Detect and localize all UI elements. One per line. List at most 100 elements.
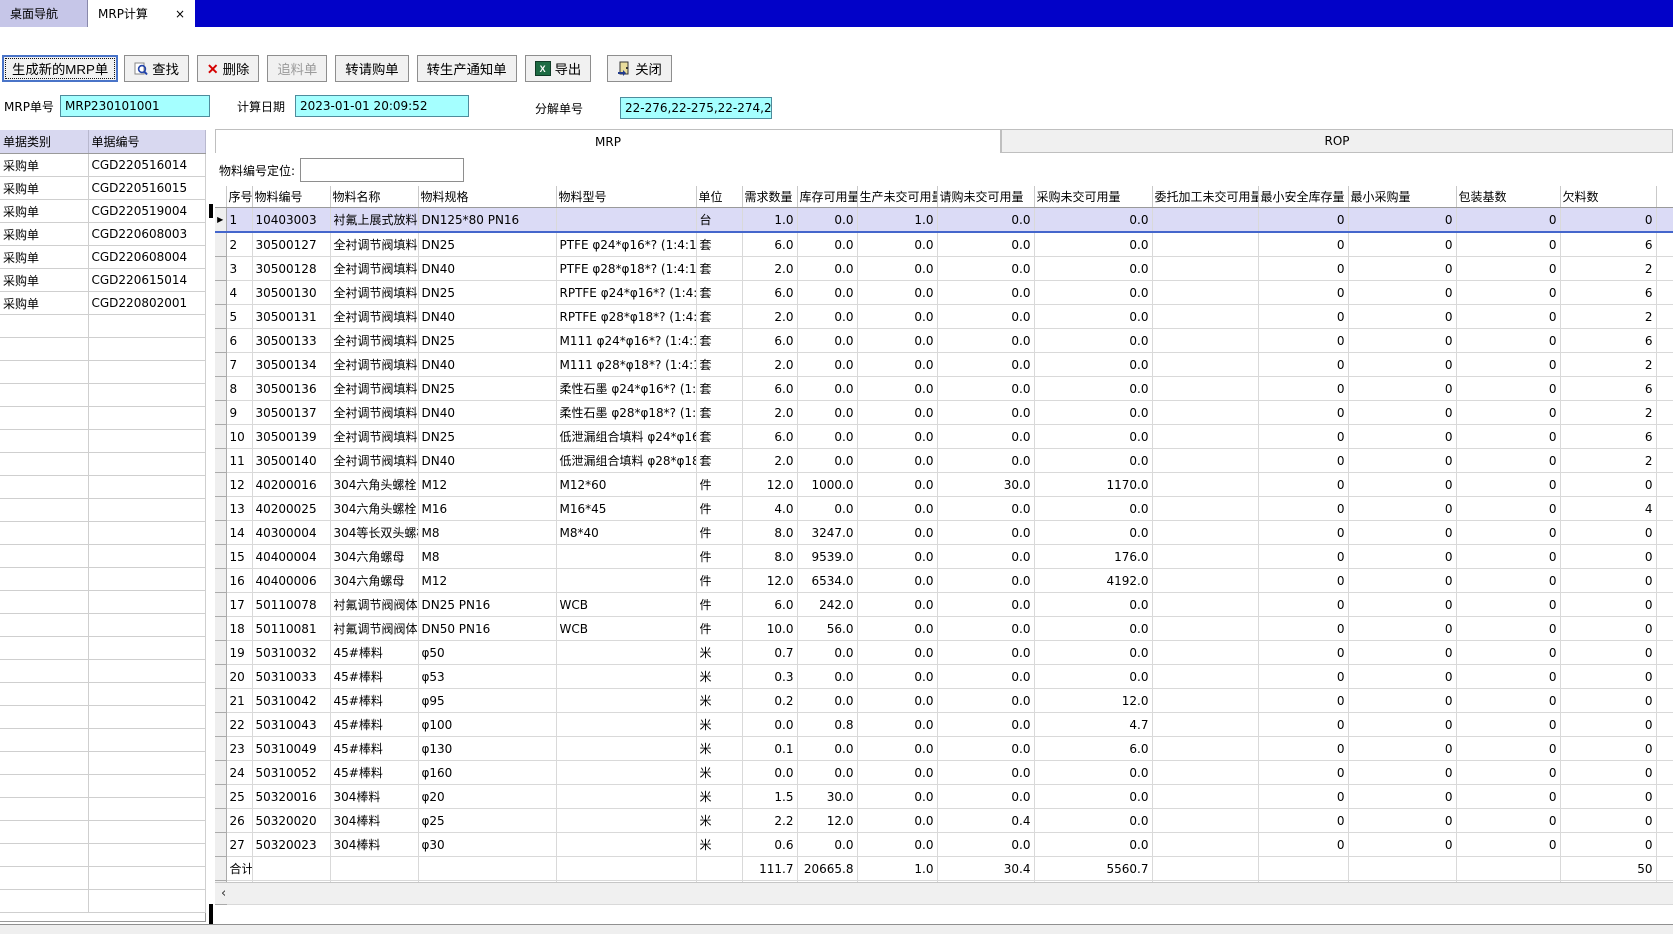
grid-cell[interactable]: 0.0 bbox=[937, 689, 1034, 713]
grid-cell[interactable]: 0.0 bbox=[937, 377, 1034, 401]
document-cell[interactable] bbox=[0, 384, 88, 407]
row-selector[interactable] bbox=[215, 689, 226, 713]
grid-cell[interactable]: 0 bbox=[1348, 353, 1456, 377]
grid-cell[interactable]: 衬氟上展式放料阀 bbox=[330, 208, 418, 233]
grid-cell[interactable] bbox=[556, 689, 696, 713]
grid-row[interactable]: 205031003345#棒料φ53米0.30.00.00.00.00000 bbox=[215, 665, 1673, 689]
grid-cell[interactable]: M12 bbox=[418, 569, 556, 593]
grid-cell[interactable]: 米 bbox=[696, 713, 742, 737]
grid-cell[interactable]: 30500128 bbox=[252, 257, 330, 281]
grid-cell[interactable] bbox=[1152, 689, 1258, 713]
document-cell[interactable] bbox=[0, 844, 88, 867]
document-row[interactable] bbox=[0, 890, 205, 913]
grid-cell[interactable]: 10.0 bbox=[742, 617, 797, 641]
grid-cell[interactable]: φ20 bbox=[418, 785, 556, 809]
grid-cell[interactable]: WCB bbox=[556, 617, 696, 641]
document-row[interactable] bbox=[0, 752, 205, 775]
grid-cell[interactable]: 50320023 bbox=[252, 833, 330, 857]
grid-cell[interactable]: 0 bbox=[1456, 569, 1560, 593]
document-cell[interactable] bbox=[0, 315, 88, 338]
grid-row[interactable]: 1240200016304六角头螺栓M12M12*60件12.01000.00.… bbox=[215, 473, 1673, 497]
grid-cell[interactable]: 0 bbox=[1258, 377, 1348, 401]
grid-cell[interactable] bbox=[556, 713, 696, 737]
document-cell[interactable] bbox=[88, 338, 205, 361]
grid-cell[interactable]: M12 bbox=[418, 473, 556, 497]
grid-cell[interactable]: RPTFE φ24*φ16*? (1:4:1) bbox=[556, 281, 696, 305]
grid-cell[interactable]: 6.0 bbox=[742, 593, 797, 617]
grid-cell[interactable]: 0 bbox=[1348, 521, 1456, 545]
document-row[interactable] bbox=[0, 706, 205, 729]
document-row[interactable]: 采购单CGD220608004 bbox=[0, 246, 205, 269]
grid-cell[interactable]: 8.0 bbox=[742, 545, 797, 569]
grid-cell[interactable]: 0 bbox=[1348, 449, 1456, 473]
grid-cell[interactable]: 0 bbox=[1258, 713, 1348, 737]
grid-cell[interactable]: 0.0 bbox=[857, 761, 937, 785]
grid-cell[interactable] bbox=[1152, 208, 1258, 233]
row-selector[interactable] bbox=[215, 473, 226, 497]
grid-cell[interactable]: 0.0 bbox=[797, 449, 857, 473]
grid-cell[interactable]: 0 bbox=[1456, 665, 1560, 689]
document-row[interactable] bbox=[0, 384, 205, 407]
grid-cell[interactable]: 件 bbox=[696, 473, 742, 497]
grid-cell[interactable]: 19 bbox=[226, 641, 252, 665]
grid-cell[interactable]: 12.0 bbox=[1034, 689, 1152, 713]
grid-cell[interactable]: φ160 bbox=[418, 761, 556, 785]
grid-cell[interactable]: 45#棒料 bbox=[330, 665, 418, 689]
row-selector[interactable] bbox=[215, 377, 226, 401]
grid-cell[interactable]: 0 bbox=[1560, 809, 1656, 833]
grid-cell[interactable]: 0.0 bbox=[857, 257, 937, 281]
document-row[interactable] bbox=[0, 821, 205, 844]
grid-cell[interactable]: DN25 bbox=[418, 425, 556, 449]
grid-cell[interactable]: 0.0 bbox=[797, 305, 857, 329]
grid-cell[interactable]: 0 bbox=[1258, 617, 1348, 641]
grid-cell[interactable]: 低泄漏组合填料 φ28*φ18*? bbox=[556, 449, 696, 473]
grid-cell[interactable]: 0 bbox=[1258, 761, 1348, 785]
document-cell[interactable] bbox=[0, 568, 88, 591]
grid-cell[interactable]: 全衬调节阀填料组 bbox=[330, 281, 418, 305]
document-cell[interactable] bbox=[0, 637, 88, 660]
grid-cell[interactable]: 0 bbox=[1560, 689, 1656, 713]
grid-cell[interactable]: 0 bbox=[1456, 761, 1560, 785]
grid-cell[interactable]: 0 bbox=[1456, 689, 1560, 713]
grid-cell[interactable]: 8.0 bbox=[742, 521, 797, 545]
delete-button[interactable]: ✕ 删除 bbox=[197, 55, 259, 82]
row-selector[interactable] bbox=[215, 785, 226, 809]
grid-cell[interactable]: 30500139 bbox=[252, 425, 330, 449]
grid-cell[interactable]: 20 bbox=[226, 665, 252, 689]
document-cell[interactable]: 采购单 bbox=[0, 269, 88, 292]
grid-cell[interactable]: 24 bbox=[226, 761, 252, 785]
grid-cell[interactable]: 0 bbox=[1348, 545, 1456, 569]
grid-cell[interactable]: 0 bbox=[1348, 689, 1456, 713]
grid-row[interactable]: 930500137全衬调节阀填料组DN40柔性石墨 φ28*φ18*? (1:4… bbox=[215, 401, 1673, 425]
row-selector[interactable] bbox=[215, 761, 226, 785]
grid-cell[interactable]: 25 bbox=[226, 785, 252, 809]
grid-cell[interactable]: 0.0 bbox=[937, 761, 1034, 785]
grid-cell[interactable]: 3 bbox=[226, 257, 252, 281]
mrp-no-field[interactable]: MRP230101001 bbox=[60, 95, 210, 117]
grid-cell[interactable]: DN50 PN16 bbox=[418, 617, 556, 641]
grid-cell[interactable]: 0 bbox=[1258, 232, 1348, 257]
grid-cell[interactable]: 0 bbox=[1456, 449, 1560, 473]
row-selector[interactable] bbox=[215, 713, 226, 737]
grid-cell[interactable]: 0 bbox=[1560, 569, 1656, 593]
grid-cell[interactable]: 0.0 bbox=[857, 569, 937, 593]
document-cell[interactable] bbox=[88, 453, 205, 476]
grid-cell[interactable]: 套 bbox=[696, 305, 742, 329]
grid-cell[interactable]: 0 bbox=[1456, 305, 1560, 329]
document-cell[interactable] bbox=[88, 430, 205, 453]
grid-cell[interactable]: 米 bbox=[696, 689, 742, 713]
grid-cell[interactable]: 全衬调节阀填料组 bbox=[330, 449, 418, 473]
row-selector[interactable] bbox=[215, 329, 226, 353]
grid-row[interactable]: 2650320020304棒料φ25米2.212.00.00.40.00000 bbox=[215, 809, 1673, 833]
grid-cell[interactable] bbox=[1152, 281, 1258, 305]
grid-cell[interactable] bbox=[1348, 857, 1456, 881]
grid-cell[interactable] bbox=[1152, 497, 1258, 521]
grid-cell[interactable]: 0 bbox=[1348, 208, 1456, 233]
grid-cell[interactable]: 0.0 bbox=[857, 545, 937, 569]
grid-cell[interactable]: 件 bbox=[696, 593, 742, 617]
grid-cell[interactable]: DN40 bbox=[418, 449, 556, 473]
document-cell[interactable] bbox=[88, 407, 205, 430]
grid-cell[interactable]: PTFE φ28*φ18*? (1:4:1) bbox=[556, 257, 696, 281]
document-cell[interactable]: 采购单 bbox=[0, 246, 88, 269]
grid-row[interactable]: 1030500139全衬调节阀填料组DN25低泄漏组合填料 φ24*φ16*?套… bbox=[215, 425, 1673, 449]
